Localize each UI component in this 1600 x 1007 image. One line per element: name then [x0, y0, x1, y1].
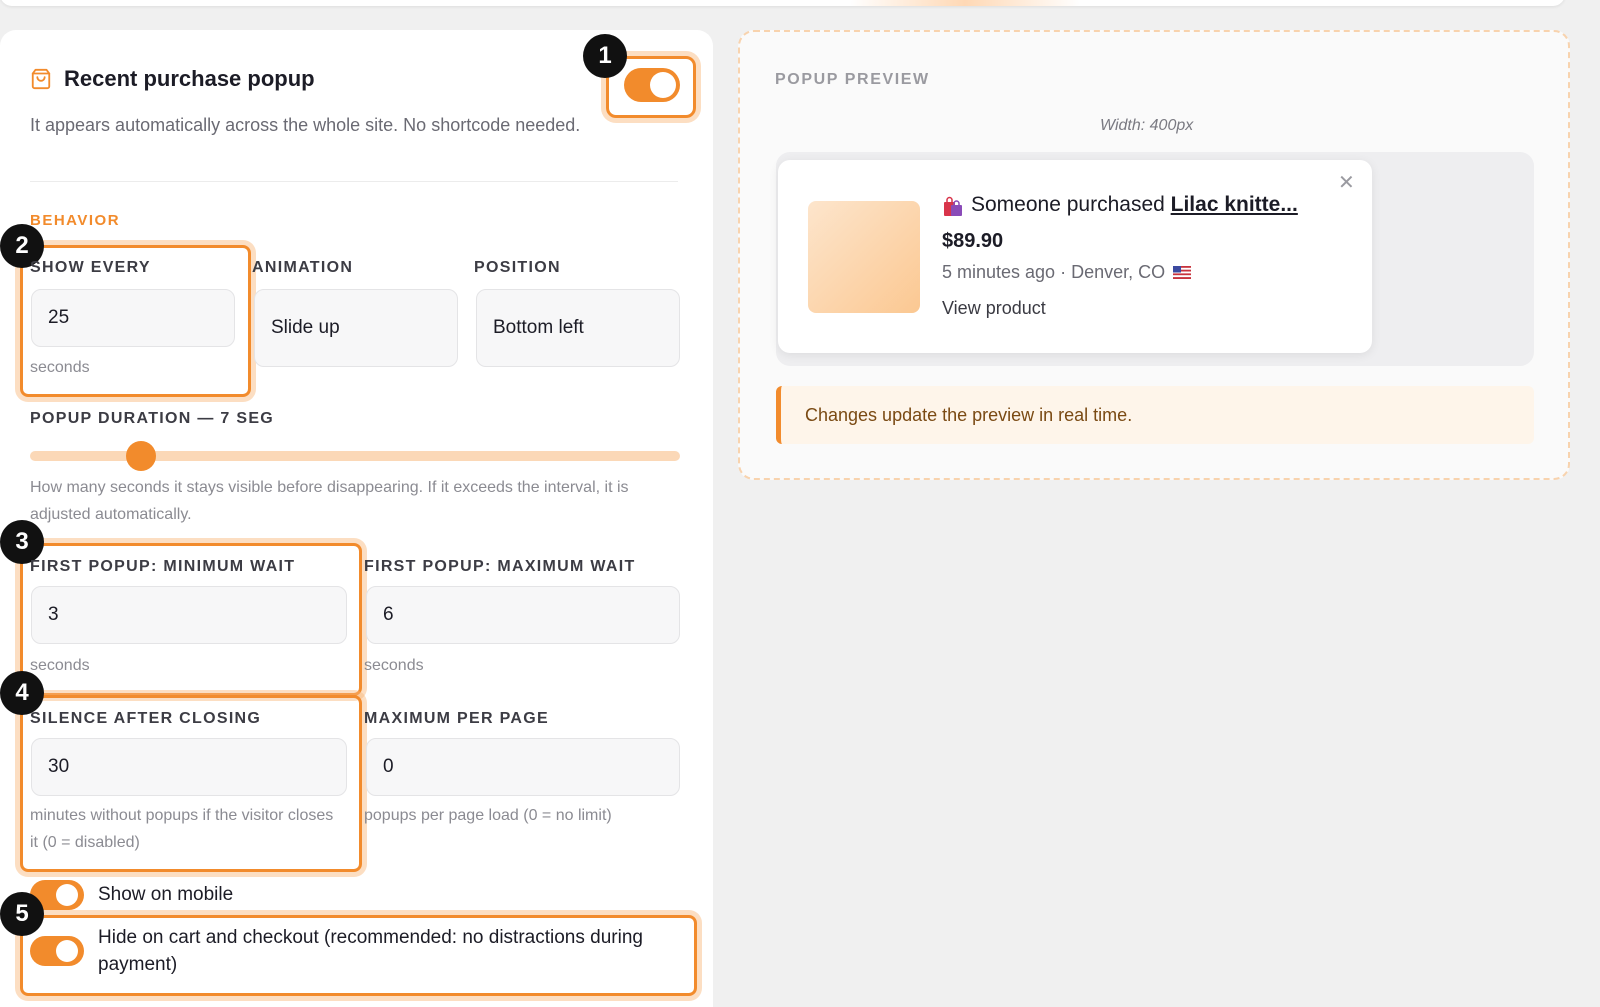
us-flag-icon: [1173, 266, 1192, 279]
show-every-label: SHOW EVERY: [30, 259, 151, 276]
first-min-hint: seconds: [30, 657, 90, 674]
popup-meta: 5 minutes ago · Denver, CO: [942, 262, 1192, 283]
position-select[interactable]: Bottom left: [476, 289, 680, 367]
toggle-knob: [650, 72, 676, 98]
preview-label: POPUP PREVIEW: [775, 71, 930, 88]
first-max-hint: seconds: [364, 657, 424, 674]
shopping-bags-icon: [944, 196, 962, 216]
step-badge-5: 5: [0, 892, 44, 936]
toggle-knob: [56, 940, 78, 962]
duration-slider-handle[interactable]: [125, 441, 156, 471]
duration-hint: How many seconds it stays visible before…: [30, 479, 629, 523]
step-badge-4: 4: [0, 671, 44, 715]
divider: [30, 181, 678, 182]
toggle-knob: [56, 884, 78, 906]
section-behavior: BEHAVIOR: [30, 212, 121, 229]
first-min-input[interactable]: 3: [31, 586, 347, 644]
preview-width: Width: 400px: [1100, 117, 1194, 134]
view-product-link[interactable]: View product: [942, 298, 1046, 319]
show-every-hint: seconds: [30, 359, 90, 376]
page-subtitle: It appears automatically across the whol…: [30, 115, 581, 135]
top-bar: [0, 0, 1565, 6]
show-on-mobile-label: Show on mobile: [98, 884, 234, 905]
popup-meta-text: 5 minutes ago · Denver, CO: [942, 262, 1166, 282]
close-icon[interactable]: ✕: [1338, 173, 1355, 193]
animation-select[interactable]: Slide up: [254, 289, 458, 367]
hide-on-cart-label: Hide on cart and checkout (recommended: …: [98, 927, 643, 975]
hide-on-cart-toggle[interactable]: [30, 936, 84, 966]
duration-label: POPUP DURATION — 7 SEG: [30, 410, 275, 427]
realtime-notice: Changes update the preview in real time.: [776, 386, 1534, 444]
popup-message-prefix: Someone purchased: [971, 193, 1171, 216]
enable-popup-toggle[interactable]: [624, 68, 680, 102]
popup-product-link[interactable]: Lilac knitte...: [1171, 193, 1298, 216]
page-title: Recent purchase popup: [64, 66, 315, 91]
silence-hint: minutes without popups if the visitor cl…: [30, 807, 334, 851]
first-min-label: FIRST POPUP: MINIMUM WAIT: [30, 558, 296, 575]
popup-price: $89.90: [942, 230, 1004, 252]
first-max-label: FIRST POPUP: MAXIMUM WAIT: [364, 558, 636, 575]
max-per-page-input[interactable]: 0: [366, 738, 680, 796]
popup-message: Someone purchased Lilac knitte...: [971, 193, 1298, 217]
max-per-page-hint: popups per page load (0 = no limit): [364, 807, 612, 824]
position-label: POSITION: [474, 259, 561, 276]
silence-label: SILENCE AFTER CLOSING: [30, 710, 262, 727]
silence-input[interactable]: 30: [31, 738, 347, 796]
shopping-bag-icon: [31, 68, 51, 90]
product-thumbnail: [808, 201, 920, 313]
show-every-input[interactable]: 25: [31, 289, 235, 347]
animation-label: ANIMATION: [252, 259, 354, 276]
first-max-input[interactable]: 6: [366, 586, 680, 644]
max-per-page-label: MAXIMUM PER PAGE: [364, 710, 549, 727]
step-badge-1: 1: [583, 34, 627, 78]
top-bar-accent: [850, 0, 1080, 6]
